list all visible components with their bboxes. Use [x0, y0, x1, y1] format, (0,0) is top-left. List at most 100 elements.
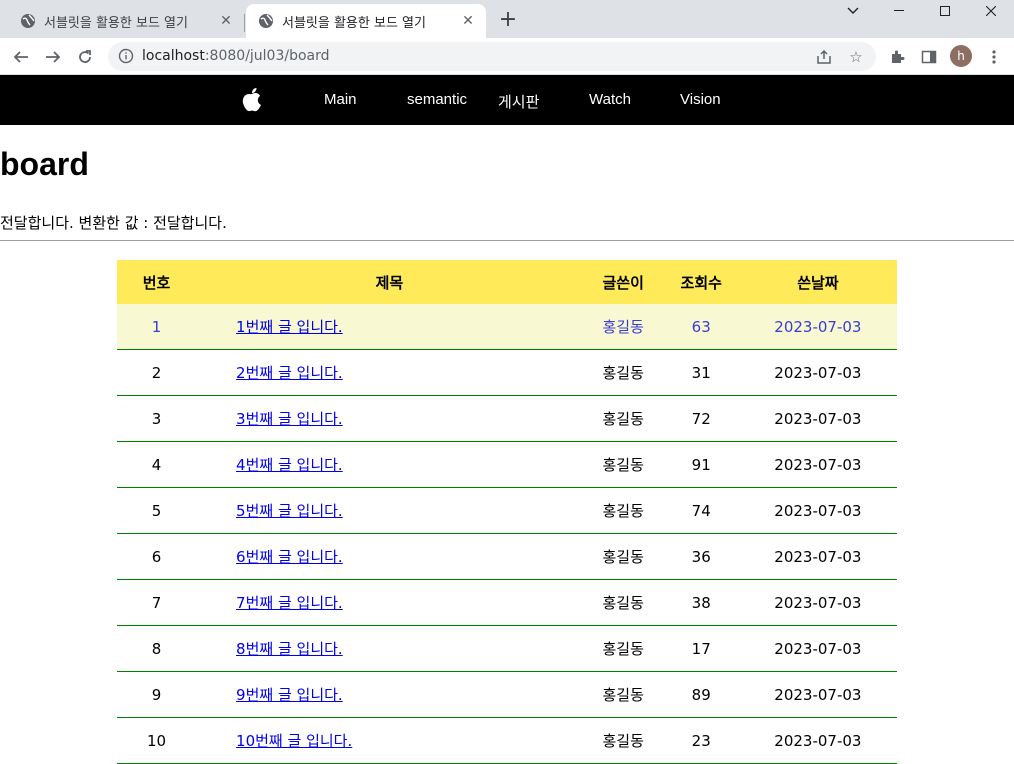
cell-no: 6: [117, 533, 197, 580]
cell-views: 38: [663, 579, 739, 626]
post-link[interactable]: 3번째 글 입니다.: [236, 410, 343, 428]
table-row[interactable]: 4 4번째 글 입니다. 홍길동 91 2023-07-03: [117, 441, 897, 488]
nav-item-watch[interactable]: Watch: [589, 91, 631, 108]
cell-date: 2023-07-03: [738, 487, 897, 534]
post-link[interactable]: 5번째 글 입니다.: [236, 502, 343, 520]
cell-views: 63: [663, 304, 739, 350]
header-title: 제목: [196, 260, 583, 304]
post-link[interactable]: 10번째 글 입니다.: [236, 732, 352, 750]
post-link[interactable]: 7번째 글 입니다.: [236, 594, 343, 612]
cell-no: 3: [117, 395, 197, 442]
cell-title: 9번째 글 입니다.: [196, 671, 583, 718]
nav-item-board[interactable]: 게시판: [498, 91, 539, 112]
cell-writer: 홍길동: [582, 671, 664, 718]
url-path: :8080/jul03/board: [204, 48, 330, 64]
post-link[interactable]: 6번째 글 입니다.: [236, 548, 343, 566]
side-panel-icon[interactable]: [916, 44, 942, 70]
new-tab-button[interactable]: +: [497, 9, 519, 31]
table-row[interactable]: 8 8번째 글 입니다. 홍길동 17 2023-07-03: [117, 625, 897, 672]
close-tab-icon[interactable]: ✕: [216, 11, 236, 31]
table-row[interactable]: 6 6번째 글 입니다. 홍길동 36 2023-07-03: [117, 533, 897, 580]
board-table: 번호 제목 글쓴이 조회수 쓴날짜 1 1번째 글 입니다. 홍길동 63 20…: [117, 260, 897, 764]
cell-title: 4번째 글 입니다.: [196, 441, 583, 488]
table-row[interactable]: 1 1번째 글 입니다. 홍길동 63 2023-07-03: [117, 304, 897, 350]
cell-writer: 홍길동: [582, 533, 664, 580]
cell-title: 10번째 글 입니다.: [196, 717, 583, 764]
reload-icon[interactable]: [72, 44, 98, 70]
cell-writer: 홍길동: [582, 304, 664, 350]
back-arrow-icon[interactable]: [8, 44, 34, 70]
table-row[interactable]: 2 2번째 글 입니다. 홍길동 31 2023-07-03: [117, 349, 897, 396]
close-tab-icon[interactable]: ✕: [458, 11, 478, 31]
header-date: 쓴날짜: [738, 260, 897, 304]
url-host: localhost: [142, 48, 205, 64]
address-bar[interactable]: localhost:8080/jul03/board ☆: [108, 42, 876, 71]
more-menu-icon[interactable]: [981, 44, 1007, 70]
header-views: 조회수: [663, 260, 739, 304]
header-writer: 글쓴이: [582, 260, 664, 304]
cell-no: 4: [117, 441, 197, 488]
table-row[interactable]: 10 10번째 글 입니다. 홍길동 23 2023-07-03: [117, 717, 897, 764]
cell-views: 89: [663, 671, 739, 718]
extensions-icon[interactable]: [884, 44, 910, 70]
close-window-button[interactable]: [968, 0, 1014, 22]
post-link[interactable]: 4번째 글 입니다.: [236, 456, 343, 474]
cell-date: 2023-07-03: [738, 304, 897, 350]
post-link[interactable]: 8번째 글 입니다.: [236, 640, 343, 658]
cell-writer: 홍길동: [582, 487, 664, 534]
nav-item-main[interactable]: Main: [324, 91, 357, 108]
cell-writer: 홍길동: [582, 441, 664, 488]
cell-date: 2023-07-03: [738, 441, 897, 488]
browser-toolbar: localhost:8080/jul03/board ☆: [0, 38, 1014, 75]
globe-icon: [258, 13, 274, 29]
divider: [0, 240, 1014, 241]
minimize-button[interactable]: [876, 0, 922, 22]
table-row[interactable]: 5 5번째 글 입니다. 홍길동 74 2023-07-03: [117, 487, 897, 534]
cell-no: 5: [117, 487, 197, 534]
cell-views: 23: [663, 717, 739, 764]
cell-writer: 홍길동: [582, 717, 664, 764]
post-link[interactable]: 1번째 글 입니다.: [236, 318, 343, 336]
cell-title: 3번째 글 입니다.: [196, 395, 583, 442]
cell-writer: 홍길동: [582, 625, 664, 672]
cell-date: 2023-07-03: [738, 717, 897, 764]
cell-views: 72: [663, 395, 739, 442]
table-row[interactable]: 7 7번째 글 입니다. 홍길동 38 2023-07-03: [117, 579, 897, 626]
forward-arrow-icon[interactable]: [40, 44, 66, 70]
browser-tab-active[interactable]: 서블릿을 활용한 보드 열기 ✕: [246, 4, 486, 38]
post-link[interactable]: 9번째 글 입니다.: [236, 686, 343, 704]
cell-no: 10: [117, 717, 197, 764]
status-message: 전달합니다. 변환한 값 : 전달합니다.: [0, 214, 227, 232]
cell-title: 5번째 글 입니다.: [196, 487, 583, 534]
tab-search-chevron-icon[interactable]: [830, 0, 876, 22]
info-icon[interactable]: [118, 48, 134, 64]
table-row[interactable]: 3 3번째 글 입니다. 홍길동 72 2023-07-03: [117, 395, 897, 442]
cell-date: 2023-07-03: [738, 671, 897, 718]
share-icon[interactable]: [814, 47, 834, 67]
cell-writer: 홍길동: [582, 395, 664, 442]
cell-no: 8: [117, 625, 197, 672]
browser-tab[interactable]: 서블릿을 활용한 보드 열기 ✕: [8, 4, 244, 38]
tab-separator: [244, 14, 245, 32]
profile-avatar[interactable]: h: [950, 45, 972, 67]
nav-item-vision[interactable]: Vision: [680, 91, 721, 108]
header-no: 번호: [117, 260, 197, 304]
page-title: board: [0, 146, 89, 182]
cell-title: 6번째 글 입니다.: [196, 533, 583, 580]
browser-tab-bar: 서블릿을 활용한 보드 열기 ✕ 서블릿을 활용한 보드 열기 ✕ +: [0, 0, 1014, 38]
post-link[interactable]: 2번째 글 입니다.: [236, 364, 343, 382]
cell-date: 2023-07-03: [738, 533, 897, 580]
cell-views: 74: [663, 487, 739, 534]
cell-date: 2023-07-03: [738, 349, 897, 396]
tab-title: 서블릿을 활용한 보드 열기: [282, 15, 426, 31]
apple-logo-icon[interactable]: [241, 87, 263, 113]
bookmark-star-icon[interactable]: ☆: [846, 47, 866, 67]
cell-no: 9: [117, 671, 197, 718]
site-nav: Main semantic 게시판 Watch Vision: [0, 75, 1014, 125]
table-row[interactable]: 9 9번째 글 입니다. 홍길동 89 2023-07-03: [117, 671, 897, 718]
cell-date: 2023-07-03: [738, 625, 897, 672]
nav-item-semantic[interactable]: semantic: [407, 91, 467, 108]
cell-date: 2023-07-03: [738, 395, 897, 442]
maximize-button[interactable]: [922, 0, 968, 22]
cell-views: 31: [663, 349, 739, 396]
